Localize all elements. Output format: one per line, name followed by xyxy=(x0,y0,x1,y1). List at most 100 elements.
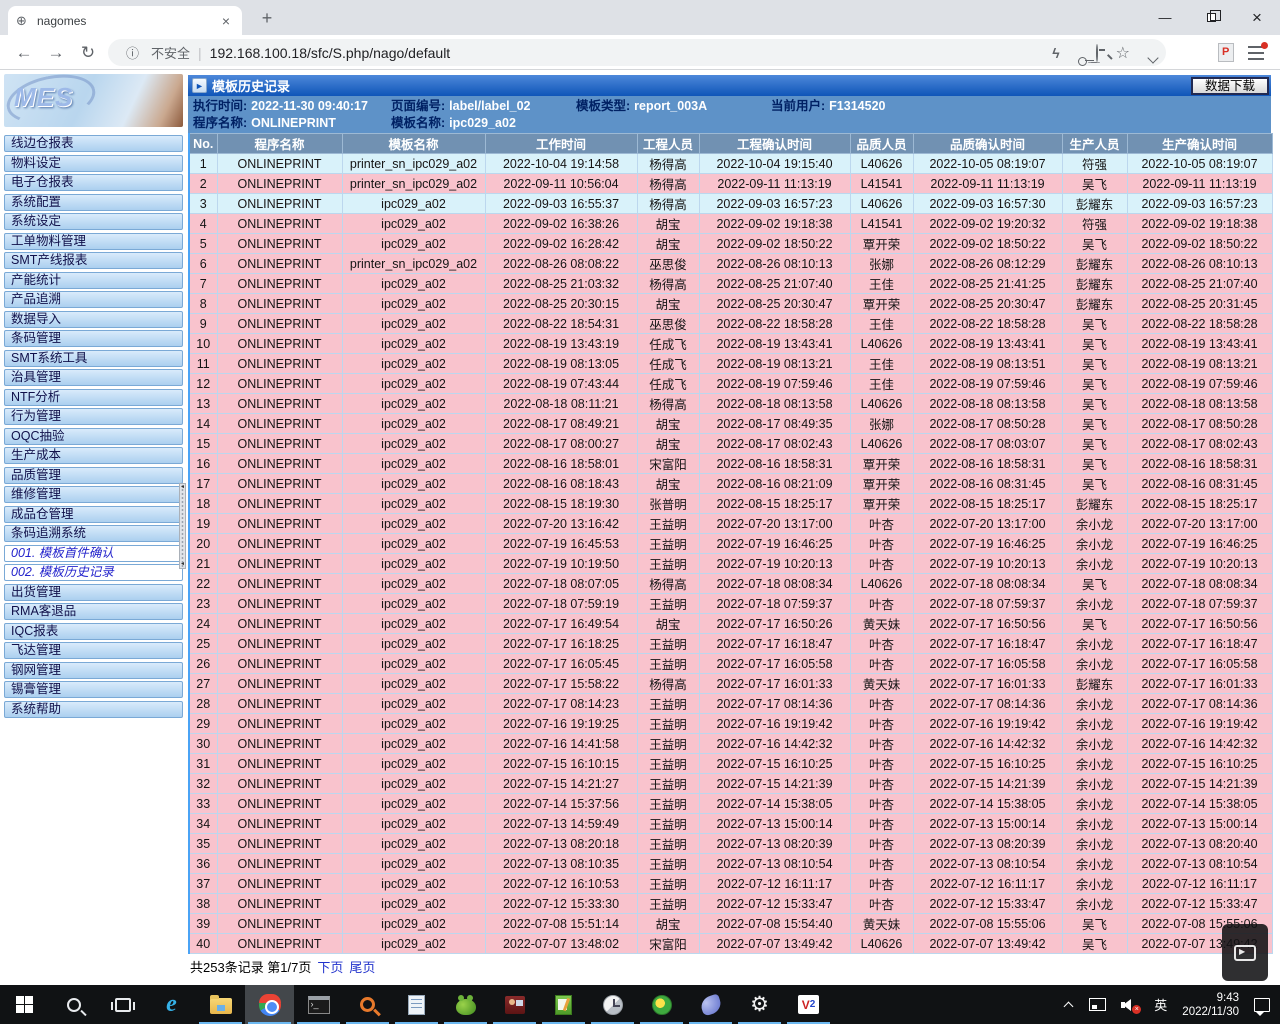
settings-gear-icon[interactable]: ⚙ xyxy=(735,985,784,1024)
template-name-link[interactable]: ipc029_a02 xyxy=(342,894,485,914)
clock-app-icon[interactable] xyxy=(588,985,637,1024)
template-name-link[interactable]: ipc029_a02 xyxy=(342,454,485,474)
reload-button[interactable]: ↻ xyxy=(76,41,100,65)
task-view-icon[interactable] xyxy=(98,985,147,1024)
sidebar-item[interactable]: 行为管理 xyxy=(4,408,183,425)
window-close-button[interactable]: × xyxy=(1234,0,1280,35)
download-data-button[interactable]: 数据下载 xyxy=(1191,77,1269,95)
tray-expand-icon[interactable] xyxy=(1064,1000,1074,1010)
sidebar-splitter-handle[interactable]: ◄◄ xyxy=(179,483,186,569)
template-name-link[interactable]: ipc029_a02 xyxy=(342,194,485,214)
template-name-link[interactable]: ipc029_a02 xyxy=(342,614,485,634)
sidebar-item[interactable]: 治具管理 xyxy=(4,369,183,386)
search-tool-icon[interactable] xyxy=(343,985,392,1024)
template-name-link[interactable]: ipc029_a02 xyxy=(342,394,485,414)
toad-db-icon[interactable] xyxy=(441,985,490,1024)
sidebar-item[interactable]: 系统设定 xyxy=(4,213,183,230)
sidebar-item[interactable]: 物料设定 xyxy=(4,155,183,172)
sidebar-subitem[interactable]: 002. 模板历史记录 xyxy=(4,564,183,581)
template-name-link[interactable]: ipc029_a02 xyxy=(342,374,485,394)
zoom-out-icon[interactable] xyxy=(1096,45,1098,61)
template-name-link[interactable]: ipc029_a02 xyxy=(342,214,485,234)
info-icon[interactable]: ⓘ xyxy=(126,43,139,62)
forward-button[interactable]: → xyxy=(44,41,68,65)
template-name-link[interactable]: ipc029_a02 xyxy=(342,814,485,834)
template-name-link[interactable]: ipc029_a02 xyxy=(342,574,485,594)
sidebar-item[interactable]: 工单物料管理 xyxy=(4,233,183,250)
window-restore-button[interactable] xyxy=(1188,0,1234,35)
new-tab-button[interactable]: + xyxy=(256,7,278,29)
template-name-link[interactable]: ipc029_a02 xyxy=(342,654,485,674)
taskbar-clock[interactable]: 9:43 2022/11/30 xyxy=(1182,991,1239,1019)
notes-app-icon[interactable] xyxy=(539,985,588,1024)
sidebar-subitem[interactable]: 001. 模板首件确认 xyxy=(4,545,183,562)
remote-desktop-icon[interactable] xyxy=(490,985,539,1024)
sidebar-item[interactable]: 系统帮助 xyxy=(4,701,183,718)
sidebar-item[interactable]: 锡膏管理 xyxy=(4,681,183,698)
sidebar-item[interactable]: 飞达管理 xyxy=(4,642,183,659)
template-name-link[interactable]: ipc029_a02 xyxy=(342,334,485,354)
sidebar-item[interactable]: RMA客退品 xyxy=(4,603,183,620)
sidebar-item[interactable]: 出货管理 xyxy=(4,584,183,601)
sidebar-item[interactable]: 维修管理 xyxy=(4,486,183,503)
chrome-icon[interactable] xyxy=(245,985,294,1024)
notepad-icon[interactable] xyxy=(392,985,441,1024)
action-center-icon[interactable] xyxy=(1254,998,1270,1012)
sidebar-item[interactable]: 系统配置 xyxy=(4,194,183,211)
template-name-link[interactable]: ipc029_a02 xyxy=(342,834,485,854)
start-button[interactable] xyxy=(0,985,49,1024)
pip-overlay-widget[interactable] xyxy=(1222,924,1268,981)
sidebar-item[interactable]: 线边仓报表 xyxy=(4,135,183,152)
url-text[interactable]: 192.168.100.18/sfc/S.php/nago/default xyxy=(210,45,1053,61)
template-name-link[interactable]: ipc029_a02 xyxy=(342,434,485,454)
template-name-link[interactable]: ipc029_a02 xyxy=(342,794,485,814)
taskbar-search-icon[interactable] xyxy=(49,985,98,1024)
last-page-link[interactable]: 尾页 xyxy=(349,960,375,975)
template-name-link[interactable]: ipc029_a02 xyxy=(342,534,485,554)
antivirus-shield-icon[interactable] xyxy=(637,985,686,1024)
terminal-icon[interactable] xyxy=(294,985,343,1024)
sidebar-item[interactable]: SMT系统工具 xyxy=(4,350,183,367)
sidebar-item[interactable]: OQC抽验 xyxy=(4,428,183,445)
sidebar-item[interactable]: 产品追溯 xyxy=(4,291,183,308)
template-name-link[interactable]: ipc029_a02 xyxy=(342,874,485,894)
template-name-link[interactable]: ipc029_a02 xyxy=(342,714,485,734)
template-name-link[interactable]: ipc029_a02 xyxy=(342,854,485,874)
template-name-link[interactable]: printer_sn_ipc029_a02 xyxy=(342,174,485,194)
template-name-link[interactable]: ipc029_a02 xyxy=(342,274,485,294)
template-name-link[interactable]: ipc029_a02 xyxy=(342,234,485,254)
network-icon[interactable] xyxy=(1089,998,1106,1011)
template-name-link[interactable]: ipc029_a02 xyxy=(342,494,485,514)
sidebar-item[interactable]: 条码追溯系统 xyxy=(4,525,183,542)
sidebar-item[interactable]: NTF分析 xyxy=(4,389,183,406)
sidebar-item[interactable]: 品质管理 xyxy=(4,467,183,484)
dolphin-db-icon[interactable] xyxy=(686,985,735,1024)
template-name-link[interactable]: printer_sn_ipc029_a02 xyxy=(342,254,485,274)
internet-explorer-icon[interactable]: e xyxy=(147,985,196,1024)
sidebar-item[interactable]: 数据导入 xyxy=(4,311,183,328)
sidebar-item[interactable]: 生产成本 xyxy=(4,447,183,464)
sidebar-item[interactable]: 条码管理 xyxy=(4,330,183,347)
tab-close-icon[interactable]: × xyxy=(218,13,234,29)
sidebar-item[interactable]: 钢网管理 xyxy=(4,662,183,679)
sidebar-item[interactable]: SMT产线报表 xyxy=(4,252,183,269)
sidebar-item[interactable]: IQC报表 xyxy=(4,623,183,640)
browser-menu-icon[interactable] xyxy=(1248,46,1264,60)
template-name-link[interactable]: ipc029_a02 xyxy=(342,414,485,434)
bookmark-star-icon[interactable]: ☆ xyxy=(1116,43,1130,63)
template-name-link[interactable]: ipc029_a02 xyxy=(342,754,485,774)
next-page-link[interactable]: 下页 xyxy=(317,960,343,975)
template-name-link[interactable]: ipc029_a02 xyxy=(342,294,485,314)
template-name-link[interactable]: printer_sn_ipc029_a02 xyxy=(342,154,485,174)
volume-muted-icon[interactable]: × xyxy=(1121,998,1139,1012)
template-name-link[interactable]: ipc029_a02 xyxy=(342,594,485,614)
back-button[interactable]: ← xyxy=(12,41,36,65)
sidebar-item[interactable]: 电子仓报表 xyxy=(4,174,183,191)
vnc-viewer-icon[interactable]: V2 xyxy=(784,985,833,1024)
file-explorer-icon[interactable] xyxy=(196,985,245,1024)
template-name-link[interactable]: ipc029_a02 xyxy=(342,314,485,334)
pdf-extension-icon[interactable] xyxy=(1218,43,1234,62)
template-name-link[interactable]: ipc029_a02 xyxy=(342,934,485,954)
ime-language-indicator[interactable]: 英 xyxy=(1154,995,1167,1014)
flash-icon[interactable]: ϟ xyxy=(1052,45,1059,61)
